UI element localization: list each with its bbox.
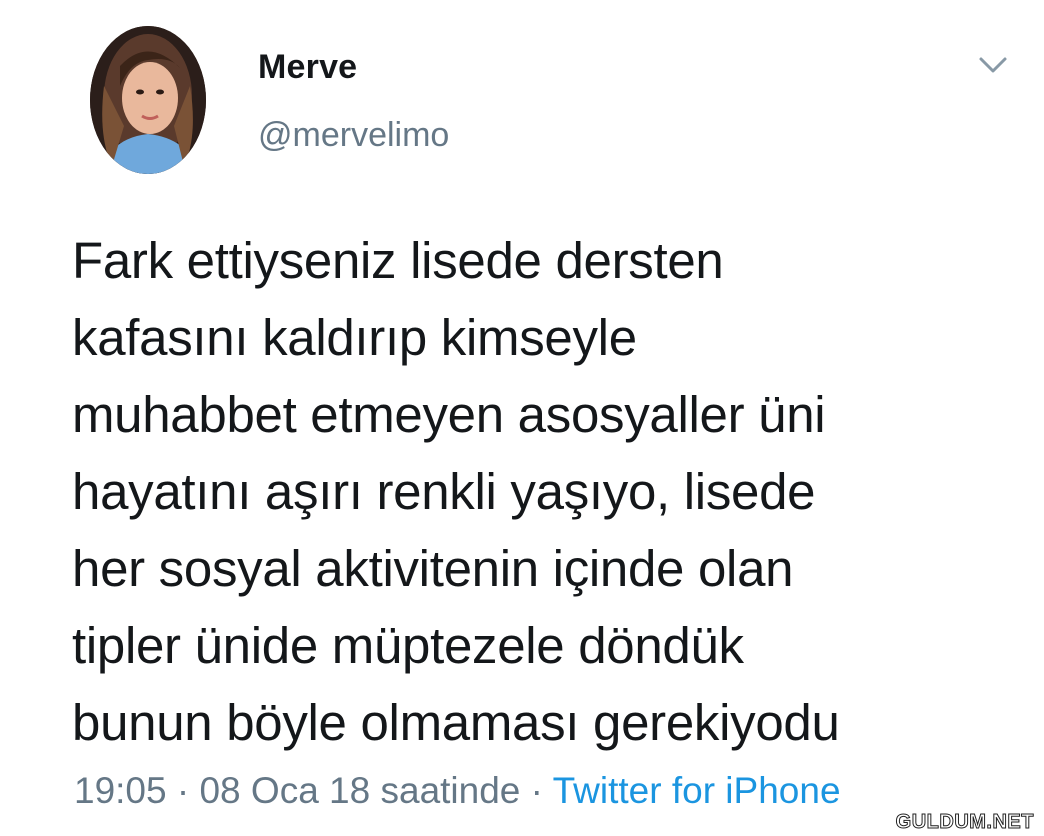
tweet-date[interactable]: 08 Oca 18 saatinde (199, 770, 520, 811)
tweet-meta: 19:05 · 08 Oca 18 saatinde · Twitter for… (74, 770, 841, 812)
tweet-source-link[interactable]: Twitter for iPhone (553, 770, 841, 811)
avatar-photo (90, 26, 206, 174)
meta-separator: · (166, 770, 200, 811)
avatar[interactable] (90, 26, 206, 174)
author-handle[interactable]: @mervelimo (258, 116, 449, 155)
meta-separator: · (520, 770, 553, 811)
tweet-time[interactable]: 19:05 (74, 770, 167, 811)
watermark: GULDUM.NET (895, 811, 1034, 834)
tweet-text: Fark ettiyseniz lisede dersten kafasını … (72, 232, 840, 751)
author-name[interactable]: Merve (258, 48, 357, 87)
chevron-down-icon[interactable] (976, 54, 1010, 78)
